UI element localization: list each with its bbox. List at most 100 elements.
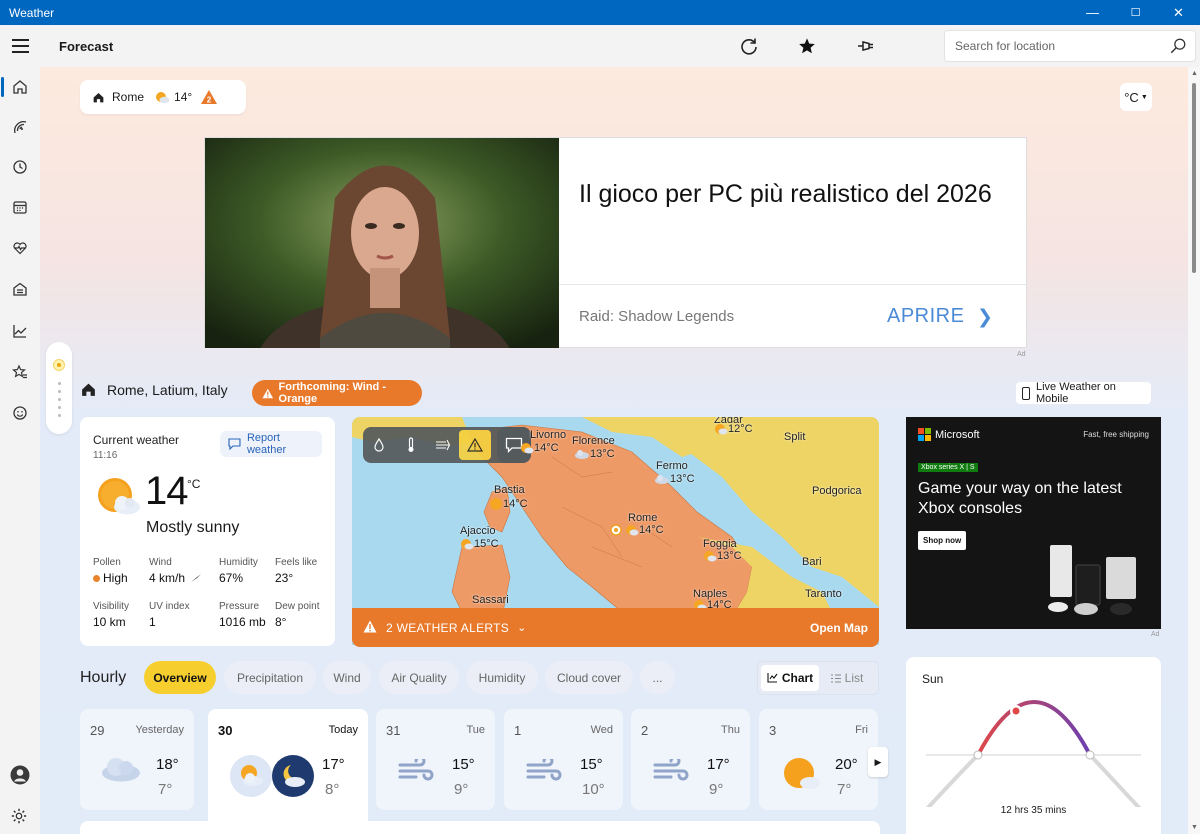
sun-card[interactable]: Sun 12 hrs 35 mins bbox=[906, 657, 1161, 834]
day-high: 20° bbox=[835, 756, 858, 773]
chart-list-toggle: Chart List bbox=[757, 661, 879, 695]
detail-feels-like[interactable]: Feels like 23° bbox=[275, 557, 317, 585]
map-city-foggia-temp[interactable]: 13°C bbox=[703, 550, 742, 562]
map-city-bari[interactable]: Bari bbox=[802, 556, 822, 568]
windy-icon bbox=[653, 759, 689, 781]
map-city-podgorica[interactable]: Podgorica bbox=[812, 485, 862, 497]
tab-precipitation[interactable]: Precipitation bbox=[224, 661, 316, 694]
current-location-pill[interactable]: Rome 14° 2 bbox=[80, 80, 246, 114]
search-icon[interactable] bbox=[1169, 37, 1187, 55]
day-card-tue[interactable]: 31 Tue 15° 9° bbox=[376, 709, 495, 810]
scrollbar-thumb[interactable] bbox=[1192, 83, 1196, 273]
tab-more[interactable]: ... bbox=[640, 661, 675, 694]
pin-button[interactable] bbox=[836, 25, 894, 67]
map-city-bastia-temp[interactable]: 14°C bbox=[489, 497, 528, 511]
account-button[interactable] bbox=[10, 765, 30, 790]
weather-alerts-bar[interactable]: 2 WEATHER ALERTS ⌄ Open Map bbox=[352, 608, 879, 647]
cloudy-icon bbox=[102, 758, 140, 782]
search-input[interactable] bbox=[955, 39, 1165, 53]
partly-sunny-icon bbox=[704, 551, 717, 562]
map-city-livorno[interactable]: Livorno bbox=[530, 429, 566, 441]
day-low: 7° bbox=[837, 781, 852, 798]
microsoft-logo-icon bbox=[918, 428, 931, 441]
day-number: 30 bbox=[218, 723, 233, 738]
map-city-ajaccio-temp[interactable]: 15°C bbox=[460, 538, 499, 550]
settings-button[interactable] bbox=[10, 807, 28, 830]
partly-sunny-icon bbox=[521, 443, 534, 454]
day-low: 8° bbox=[325, 781, 340, 798]
nav-health[interactable] bbox=[0, 228, 40, 268]
day-card-thu[interactable]: 2 Thu 17° 9° bbox=[631, 709, 750, 810]
scrollbar[interactable]: ▲ ▼ bbox=[1188, 67, 1200, 834]
open-map-link[interactable]: Open Map bbox=[810, 621, 868, 635]
day-card-wed[interactable]: 1 Wed 15° 10° bbox=[504, 709, 623, 810]
unit-dropdown[interactable]: °C ▼ bbox=[1120, 83, 1152, 111]
map-city-zadar-temp[interactable]: 12°C bbox=[714, 423, 753, 435]
scroll-up-icon[interactable]: ▲ bbox=[1191, 70, 1198, 77]
scroll-down-icon[interactable]: ▼ bbox=[1191, 824, 1198, 831]
nav-trends[interactable] bbox=[0, 311, 40, 351]
side-ad-banner[interactable]: Microsoft Fast, free shipping Xbox serie… bbox=[906, 417, 1161, 629]
pollen-level-dot bbox=[93, 574, 100, 582]
minimize-button[interactable]: — bbox=[1071, 0, 1114, 25]
map-city-taranto[interactable]: Taranto bbox=[805, 588, 842, 600]
map-city-bastia[interactable]: Bastia bbox=[494, 484, 525, 496]
tab-overview[interactable]: Overview bbox=[144, 661, 216, 694]
nav-forecast[interactable] bbox=[0, 67, 40, 107]
tab-humidity[interactable]: Humidity bbox=[466, 661, 538, 694]
map-city-florence-temp[interactable]: 13°C bbox=[574, 448, 615, 460]
alerts-layer-button[interactable] bbox=[459, 430, 491, 460]
nav-maps[interactable] bbox=[0, 107, 40, 147]
tab-cloud-cover[interactable]: Cloud cover bbox=[545, 661, 633, 694]
maximize-button[interactable]: ☐ bbox=[1114, 0, 1157, 25]
detail-pressure[interactable]: Pressure 1016 mb bbox=[219, 601, 266, 629]
chart-view-button[interactable]: Chart bbox=[761, 665, 819, 691]
nav-favorites[interactable] bbox=[0, 352, 40, 392]
precipitation-layer-button[interactable] bbox=[363, 430, 395, 460]
list-view-button[interactable]: List bbox=[819, 665, 875, 691]
detail-humidity[interactable]: Humidity 67% bbox=[219, 557, 258, 585]
nav-monthly[interactable] bbox=[0, 187, 40, 227]
report-weather-button[interactable]: Report weather bbox=[220, 431, 322, 457]
map-city-livorno-temp[interactable]: 14°C bbox=[520, 442, 559, 454]
detail-uv-index[interactable]: UV index 1 bbox=[149, 601, 190, 629]
detail-dew-point[interactable]: Dew point 8° bbox=[275, 601, 319, 629]
main-content: Rome 14° 2 °C ▼ Il gioco per PC più real… bbox=[40, 67, 1188, 834]
next-days-button[interactable]: ▶ bbox=[868, 747, 888, 777]
tab-air-quality[interactable]: Air Quality bbox=[379, 661, 459, 694]
top-ad-banner[interactable]: Il gioco per PC più realistico del 2026 … bbox=[204, 137, 1027, 348]
warning-icon bbox=[262, 388, 274, 398]
map-city-rome[interactable]: Rome bbox=[628, 512, 657, 524]
nav-indoor[interactable] bbox=[0, 269, 40, 309]
ad-cta-button[interactable]: APRIRE bbox=[887, 305, 964, 328]
day-card-yesterday[interactable]: 29 Yesterday 18° 7° bbox=[80, 709, 194, 810]
weather-alert-pill[interactable]: Forthcoming: Wind - Orange bbox=[252, 380, 422, 406]
live-weather-mobile-button[interactable]: Live Weather on Mobile bbox=[1016, 381, 1151, 405]
nav-hourly[interactable] bbox=[0, 147, 40, 187]
detail-wind[interactable]: Wind 4 km/h bbox=[149, 557, 202, 585]
map-city-foggia[interactable]: Foggia bbox=[703, 538, 737, 550]
nav-life[interactable] bbox=[0, 393, 40, 433]
map-city-fermo-temp[interactable]: 13°C bbox=[654, 473, 695, 485]
day-name: Today bbox=[328, 724, 358, 736]
map-city-rome-temp[interactable]: 14°C bbox=[610, 524, 664, 536]
detail-pollen[interactable]: Pollen High bbox=[93, 557, 128, 585]
tab-wind[interactable]: Wind bbox=[323, 661, 371, 694]
favorite-button[interactable] bbox=[778, 25, 836, 67]
map-city-ajaccio[interactable]: Ajaccio bbox=[460, 525, 495, 537]
close-button[interactable]: ✕ bbox=[1157, 0, 1200, 25]
temperature-layer-button[interactable] bbox=[395, 430, 427, 460]
menu-button[interactable] bbox=[0, 25, 40, 67]
day-card-fri[interactable]: 3 Fri 20° 7° bbox=[759, 709, 878, 810]
day-card-today[interactable]: 30 Today 17° 8° bbox=[208, 709, 368, 834]
refresh-button[interactable] bbox=[720, 25, 778, 67]
search-box[interactable] bbox=[944, 30, 1196, 62]
map-city-split[interactable]: Split bbox=[784, 431, 805, 443]
map-city-sassari[interactable]: Sassari bbox=[472, 594, 509, 606]
shop-now-button[interactable]: Shop now bbox=[918, 531, 967, 550]
detail-visibility[interactable]: Visibility 10 km bbox=[93, 601, 129, 629]
wind-layer-button[interactable] bbox=[427, 430, 459, 460]
timeline-scroller[interactable] bbox=[46, 342, 72, 434]
map-city-fermo[interactable]: Fermo bbox=[656, 460, 688, 472]
map-city-florence[interactable]: Florence bbox=[572, 435, 615, 447]
